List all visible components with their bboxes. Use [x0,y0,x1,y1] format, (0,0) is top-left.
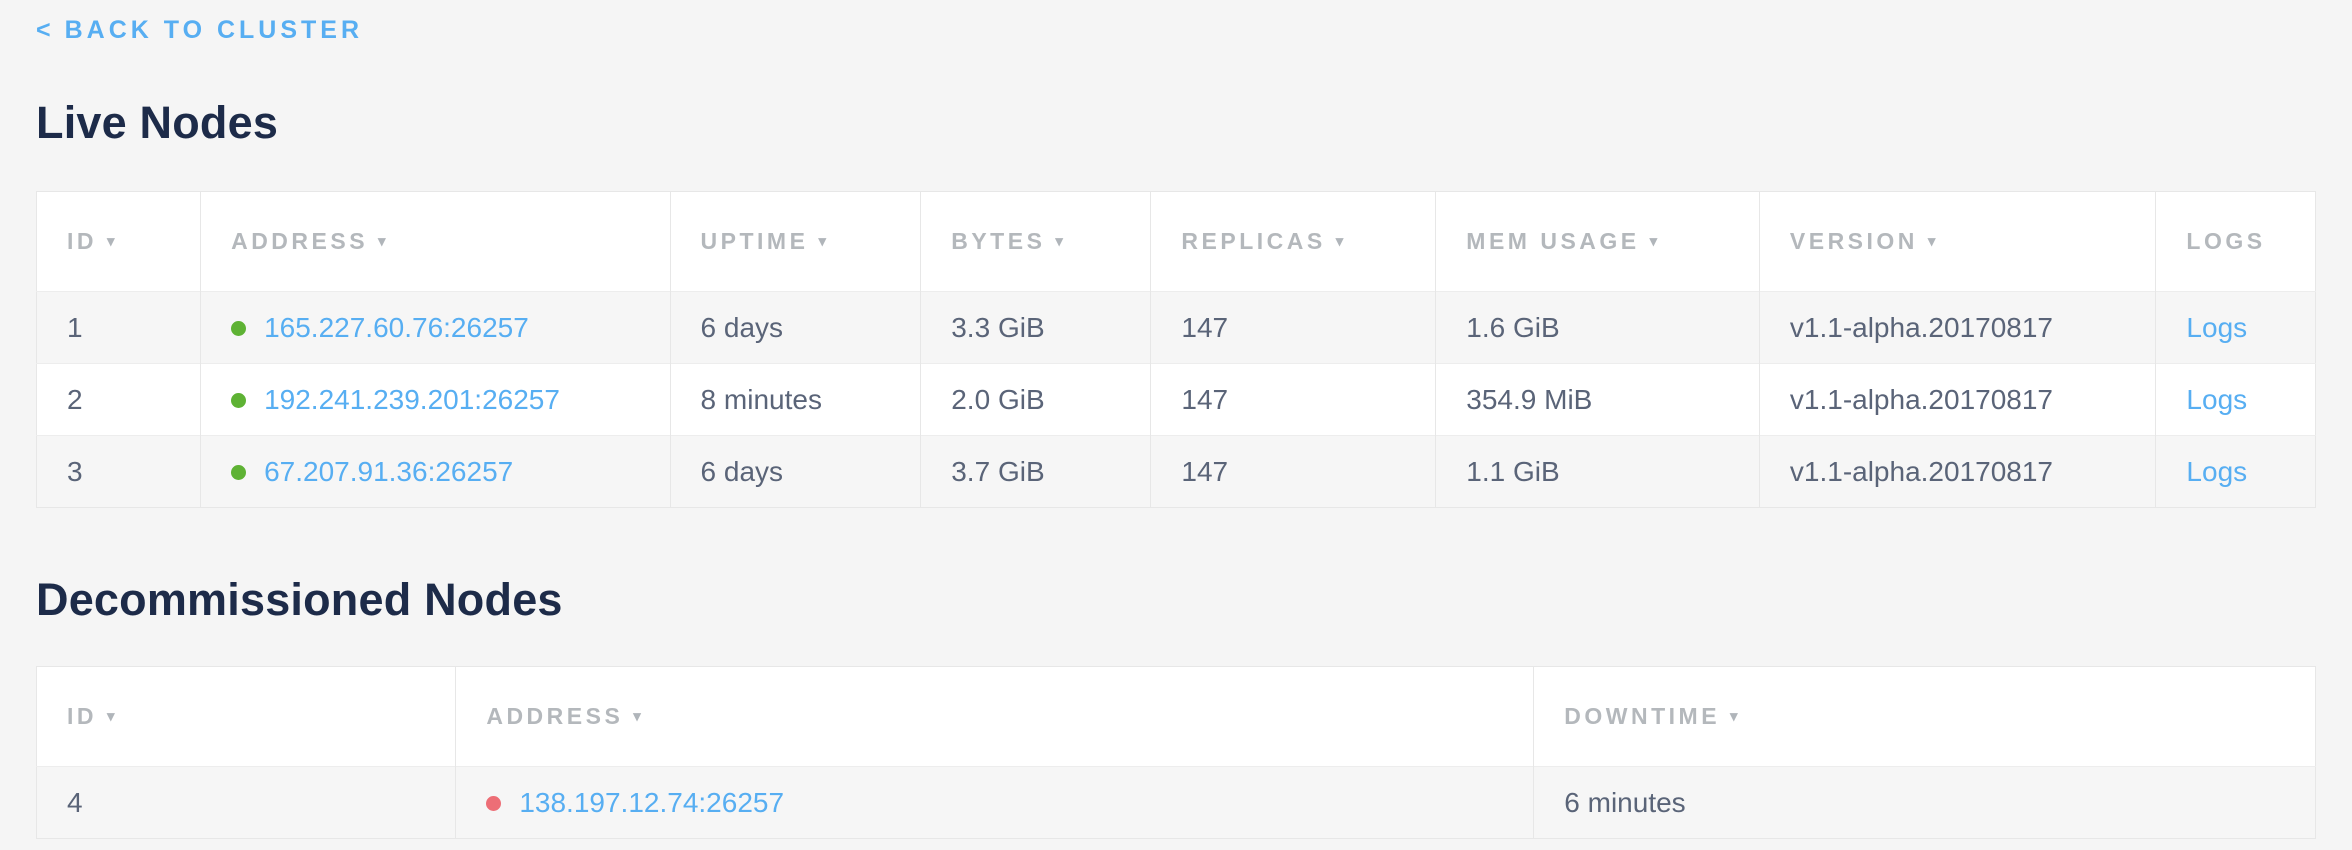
sort-arrow-icon: ▾ [818,232,829,250]
column-header-uptime[interactable]: Uptime ▾ [670,192,921,292]
live-nodes-title: Live Nodes [36,97,2316,149]
column-header-id[interactable]: ID ▾ [37,667,456,767]
node-version-cell: v1.1-alpha.20170817 [1759,292,2156,364]
column-header-label: Logs [2186,228,2265,254]
sort-arrow-icon: ▾ [633,707,644,725]
column-header-replicas[interactable]: Replicas ▾ [1151,192,1436,292]
node-address-cell: 138.197.12.74:26257 [456,767,1534,839]
column-header-id[interactable]: ID ▾ [37,192,201,292]
decommissioned-nodes-header-row: ID ▾ Address ▾ Downtime ▾ [37,667,2316,767]
sort-arrow-icon: ▾ [1336,232,1347,250]
node-bytes-cell: 3.7 GiB [921,436,1151,508]
node-address-cell: 165.227.60.76:26257 [201,292,670,364]
node-replicas-cell: 147 [1151,364,1436,436]
column-header-label: Downtime [1564,703,1720,729]
node-logs-cell: Logs [2156,436,2316,508]
node-uptime-cell: 8 minutes [670,364,921,436]
table-row: 2 192.241.239.201:26257 8 minutes 2.0 Gi… [37,364,2316,436]
node-address-cell: 67.207.91.36:26257 [201,436,670,508]
column-header-version[interactable]: Version ▾ [1759,192,2156,292]
sort-arrow-icon: ▾ [107,232,118,250]
column-header-address[interactable]: Address ▾ [456,667,1534,767]
column-header-label: Bytes [951,228,1045,254]
node-address-cell: 192.241.239.201:26257 [201,364,670,436]
node-address-link[interactable]: 165.227.60.76:26257 [264,312,529,343]
column-header-label: Uptime [701,228,809,254]
nodes-page: < Back to Cluster Live Nodes ID ▾ Address… [0,0,2352,839]
back-link-label: Back to Cluster [65,16,363,45]
live-nodes-header-row: ID ▾ Address ▾ Uptime ▾ Bytes ▾ Replicas ▾ Me… [37,192,2316,292]
sort-arrow-icon: ▾ [107,707,118,725]
node-bytes-cell: 3.3 GiB [921,292,1151,364]
node-id-cell: 4 [37,767,456,839]
node-id-cell: 2 [37,364,201,436]
back-to-cluster-link[interactable]: < Back to Cluster [36,16,363,45]
node-id-cell: 3 [37,436,201,508]
node-status-live-icon [231,321,246,336]
node-logs-cell: Logs [2156,292,2316,364]
table-row: 3 67.207.91.36:26257 6 days 3.7 GiB 147 … [37,436,2316,508]
node-logs-link[interactable]: Logs [2186,384,2247,415]
column-header-label: Mem Usage [1466,228,1639,254]
chevron-left-icon: < [36,16,51,45]
sort-arrow-icon: ▾ [1650,232,1661,250]
node-logs-link[interactable]: Logs [2186,312,2247,343]
column-header-label: Replicas [1181,228,1325,254]
node-status-live-icon [231,393,246,408]
node-id-cell: 1 [37,292,201,364]
live-nodes-table: ID ▾ Address ▾ Uptime ▾ Bytes ▾ Replicas ▾ Me… [36,191,2316,508]
node-mem-usage-cell: 1.6 GiB [1436,292,1760,364]
node-downtime-cell: 6 minutes [1534,767,2316,839]
node-logs-link[interactable]: Logs [2186,456,2247,487]
node-version-cell: v1.1-alpha.20170817 [1759,436,2156,508]
column-header-downtime[interactable]: Downtime ▾ [1534,667,2316,767]
sort-arrow-icon: ▾ [1730,707,1741,725]
node-logs-cell: Logs [2156,364,2316,436]
sort-arrow-icon: ▾ [1928,232,1939,250]
column-header-label: ID [67,703,97,729]
column-header-label: Address [486,703,623,729]
node-mem-usage-cell: 1.1 GiB [1436,436,1760,508]
node-address-link[interactable]: 192.241.239.201:26257 [264,384,560,415]
node-bytes-cell: 2.0 GiB [921,364,1151,436]
table-row: 4 138.197.12.74:26257 6 minutes [37,767,2316,839]
sort-arrow-icon: ▾ [1055,232,1066,250]
node-status-decommissioned-icon [486,796,501,811]
decommissioned-nodes-title: Decommissioned Nodes [36,574,2316,626]
node-version-cell: v1.1-alpha.20170817 [1759,364,2156,436]
table-row: 1 165.227.60.76:26257 6 days 3.3 GiB 147… [37,292,2316,364]
node-replicas-cell: 147 [1151,292,1436,364]
node-address-link[interactable]: 138.197.12.74:26257 [519,787,784,818]
node-status-live-icon [231,465,246,480]
node-replicas-cell: 147 [1151,436,1436,508]
column-header-address[interactable]: Address ▾ [201,192,670,292]
column-header-label: Version [1790,228,1918,254]
node-uptime-cell: 6 days [670,292,921,364]
column-header-label: Address [231,228,368,254]
column-header-label: ID [67,228,97,254]
column-header-logs: Logs [2156,192,2316,292]
sort-arrow-icon: ▾ [378,232,389,250]
node-uptime-cell: 6 days [670,436,921,508]
decommissioned-nodes-table: ID ▾ Address ▾ Downtime ▾ 4 138.197.12.74:2… [36,666,2316,839]
node-address-link[interactable]: 67.207.91.36:26257 [264,456,513,487]
node-mem-usage-cell: 354.9 MiB [1436,364,1760,436]
column-header-mem-usage[interactable]: Mem Usage ▾ [1436,192,1760,292]
column-header-bytes[interactable]: Bytes ▾ [921,192,1151,292]
